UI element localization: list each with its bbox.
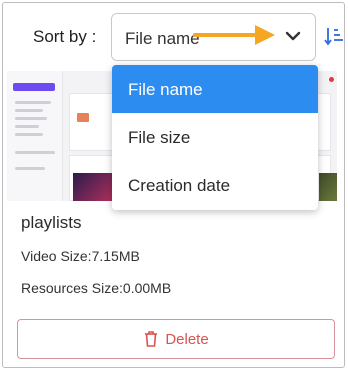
sort-label: Sort by : xyxy=(33,27,97,46)
thumbnail-line xyxy=(15,117,47,120)
sort-toolbar: Sort by : File name xyxy=(3,3,346,63)
thumbnail-line xyxy=(15,151,55,154)
thumbnail-line xyxy=(15,109,43,112)
thumbnail-badge xyxy=(329,77,334,82)
trash-icon xyxy=(145,331,158,347)
thumbnail-button xyxy=(13,83,55,91)
folder-icon xyxy=(77,113,89,122)
sort-select[interactable]: File name xyxy=(111,13,316,61)
thumbnail-video xyxy=(73,173,113,201)
sort-option-label: File name xyxy=(128,80,203,99)
sort-order-icon[interactable] xyxy=(323,25,345,47)
sort-option-file-size[interactable]: File size xyxy=(112,113,318,161)
sort-select-value: File name xyxy=(125,29,200,48)
video-size-text: Video Size:7.15MB xyxy=(21,248,140,264)
resources-size-text: Resources Size:0.00MB xyxy=(21,280,172,296)
thumbnail-line xyxy=(15,133,43,136)
file-card-panel: Sort by : File name playlists Video Size… xyxy=(2,2,345,368)
thumbnail-line xyxy=(15,101,51,104)
delete-button[interactable]: Delete xyxy=(17,319,335,359)
card-title: playlists xyxy=(21,213,82,232)
sort-option-label: File size xyxy=(128,128,191,147)
chevron-down-icon xyxy=(285,31,301,41)
thumbnail-video xyxy=(319,173,337,201)
sort-dropdown-menu: File name File size Creation date xyxy=(112,65,318,210)
sort-option-label: Creation date xyxy=(128,176,231,195)
sort-option-file-name[interactable]: File name xyxy=(112,65,318,113)
thumbnail-line xyxy=(15,125,39,128)
thumbnail-line xyxy=(15,167,45,170)
delete-label: Delete xyxy=(165,330,209,348)
sort-option-creation-date[interactable]: Creation date xyxy=(112,161,318,209)
